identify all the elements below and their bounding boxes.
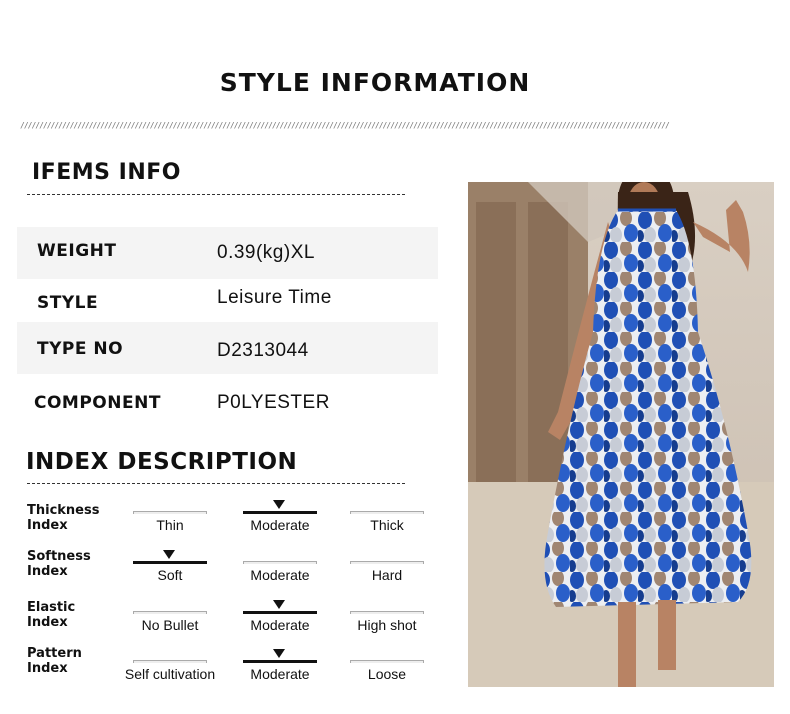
scale-option: High shot xyxy=(350,599,424,639)
info-label: STYLE xyxy=(37,293,99,313)
scale-option-selected: Moderate xyxy=(243,599,317,639)
scale-option: Self cultivation xyxy=(125,648,215,688)
scale-bar xyxy=(350,561,424,564)
scale-option: Thick xyxy=(350,499,424,539)
scale-option: No Bullet xyxy=(133,599,207,639)
selected-marker-icon xyxy=(163,550,175,559)
info-label: WEIGHT xyxy=(37,241,117,261)
selected-marker-icon xyxy=(273,500,285,509)
index-name-thickness: Thickness Index xyxy=(27,503,100,533)
scale-bar xyxy=(243,611,317,614)
selected-marker-icon xyxy=(273,600,285,609)
info-value: P0LYESTER xyxy=(217,392,330,413)
index-name-pattern: Pattern Index xyxy=(27,646,82,676)
scale-option: Moderate xyxy=(243,549,317,589)
scale-bar xyxy=(243,660,317,663)
items-info-heading: IFEMS INFO xyxy=(32,160,181,185)
info-row-component: COMPONENT P0LYESTER xyxy=(17,377,438,429)
info-row-weight: WEIGHT 0.39(kg)XL xyxy=(17,227,438,279)
index-name-softness: Softness Index xyxy=(27,549,91,579)
product-photo xyxy=(468,182,774,687)
scale-option-selected: Moderate xyxy=(243,499,317,539)
scale-option: Hard xyxy=(350,549,424,589)
info-label: TYPE NO xyxy=(37,339,124,359)
info-label: COMPONENT xyxy=(34,393,161,413)
index-description-divider xyxy=(27,483,405,484)
scale-option: Loose xyxy=(350,648,424,688)
scale-bar xyxy=(243,561,317,564)
page-title: STYLE INFORMATION xyxy=(219,68,531,97)
scale-option-selected: Moderate xyxy=(243,648,317,688)
scale-option-selected: Soft xyxy=(133,549,207,589)
index-name-elastic: Elastic Index xyxy=(27,600,76,630)
scale-bar xyxy=(350,511,424,514)
scale-bar xyxy=(243,511,317,514)
scale-bar xyxy=(133,660,207,663)
dress-illustration xyxy=(468,182,774,687)
index-description-heading: INDEX DESCRIPTION xyxy=(26,449,298,475)
scale-bar xyxy=(133,561,207,564)
scale-bar xyxy=(133,611,207,614)
items-info-divider xyxy=(27,194,405,195)
selected-marker-icon xyxy=(273,649,285,658)
scale-bar xyxy=(133,511,207,514)
scale-bar xyxy=(350,611,424,614)
scale-bar xyxy=(350,660,424,663)
info-row-type-no: TYPE NO D2313044 xyxy=(17,322,438,374)
scale-option: Thin xyxy=(133,499,207,539)
slash-divider: ////////////////////////////////////////… xyxy=(20,122,670,130)
info-value: Leisure Time xyxy=(217,287,332,308)
info-value: D2313044 xyxy=(217,340,309,361)
info-value: 0.39(kg)XL xyxy=(217,242,315,263)
